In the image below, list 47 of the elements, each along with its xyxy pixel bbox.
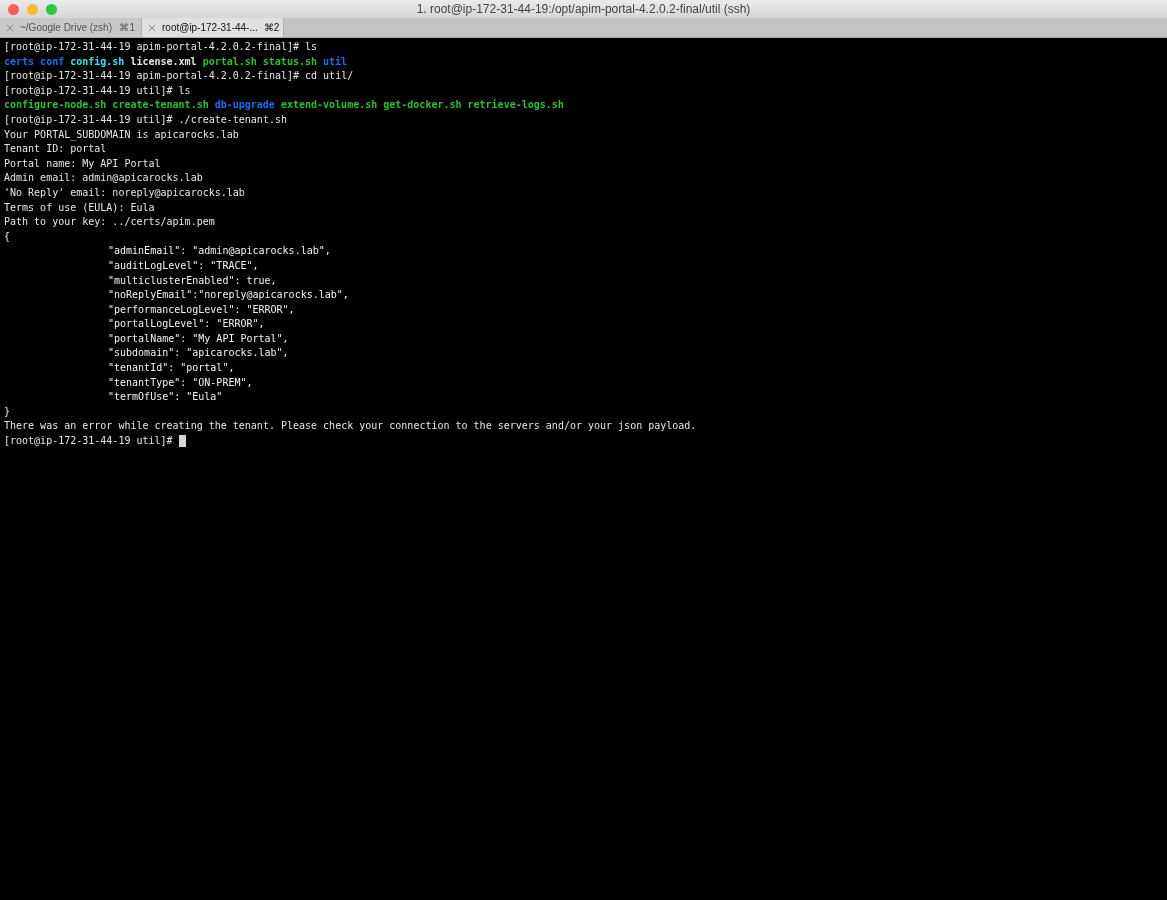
file-name: portal.sh	[202, 54, 257, 69]
terminal-line: [root@ip-172-31-44-19 util]# ./create-tenant.sh	[4, 112, 287, 127]
close-window-button[interactable]	[8, 3, 19, 15]
file-name: create-tenant.sh	[112, 98, 209, 113]
terminal-line: "adminEmail": "admin@apicarocks.lab",	[108, 244, 331, 259]
terminal-line: Portal name: My API Portal	[4, 156, 161, 171]
terminal-line: Terms of use (EULA): Eula	[4, 200, 155, 215]
zoom-window-button[interactable]	[46, 3, 57, 15]
terminal-line: [root@ip-172-31-44-19 apim-portal-4.2.0.2-final]# cd util/	[4, 69, 354, 84]
minimize-window-button[interactable]	[27, 3, 38, 15]
file-name: certs	[4, 54, 35, 69]
tab[interactable]: root@ip-172-31-44-... ⌘2	[142, 18, 284, 37]
terminal-line: Your PORTAL_SUBDOMAIN is apicarocks.lab	[4, 127, 239, 143]
file-name: configure-node.sh	[4, 98, 107, 113]
file-name: retrieve-logs.sh	[467, 98, 564, 113]
file-name: get-docker.sh	[383, 98, 462, 113]
terminal-line: Path to your key: ../certs/apim.pem	[4, 215, 215, 230]
terminal-line: "termOfUse": "Eula"	[108, 390, 223, 405]
file-name: util	[323, 54, 348, 69]
tab[interactable]: ~/Google Drive (zsh) ⌘1	[0, 18, 142, 37]
terminal-line: "portalLogLevel": "ERROR",	[108, 317, 265, 332]
terminal-line: "performanceLogLevel": "ERROR",	[108, 302, 295, 317]
terminal-line: [root@ip-172-31-44-19 apim-portal-4.2.0.2-final]# ls	[4, 40, 318, 54]
file-name: config.sh	[70, 54, 125, 69]
terminal-line: "noReplyEmail":"noreply@apicarocks.lab",	[108, 288, 349, 303]
terminal-line: "auditLogLevel": "TRACE",	[108, 258, 259, 273]
terminal-line: Admin email: admin@apicarocks.lab	[4, 171, 203, 186]
close-tab-icon[interactable]	[148, 23, 156, 32]
file-name: db-upgrade	[214, 98, 275, 113]
terminal-line: "subdomain": "apicarocks.lab",	[108, 346, 289, 361]
terminal-line: "multiclusterEnabled": true,	[108, 273, 277, 288]
terminal-line: "tenantType": "ON-PREM",	[108, 375, 253, 390]
terminal-line: 'No Reply' email: noreply@apicarocks.lab	[4, 185, 245, 200]
file-name: status.sh	[262, 54, 317, 69]
terminal-line: {	[4, 229, 11, 244]
terminal-line: "portalName": "My API Portal",	[108, 331, 289, 346]
terminal-line: There was an error while creating the tenant. Please check your connection to the servers and/or your json payload.	[4, 419, 697, 434]
terminal-line: "tenantId": "portal",	[108, 361, 235, 376]
terminal-line: [root@ip-172-31-44-19 util]# ls	[4, 83, 191, 98]
window-title: 1. root@ip-172-31-44-19:/opt/apim-portal-4.2.0.2-final/util (ssh)	[415, 2, 752, 16]
file-name: license.xml	[130, 54, 197, 69]
file-name: conf	[40, 54, 65, 69]
terminal-line: [root@ip-172-31-44-19 util]#	[4, 434, 173, 449]
file-name: extend-volume.sh	[280, 98, 378, 113]
terminal-line: }	[4, 404, 11, 419]
terminal-line: Tenant ID: portal	[4, 142, 107, 157]
close-tab-icon[interactable]	[6, 23, 14, 32]
